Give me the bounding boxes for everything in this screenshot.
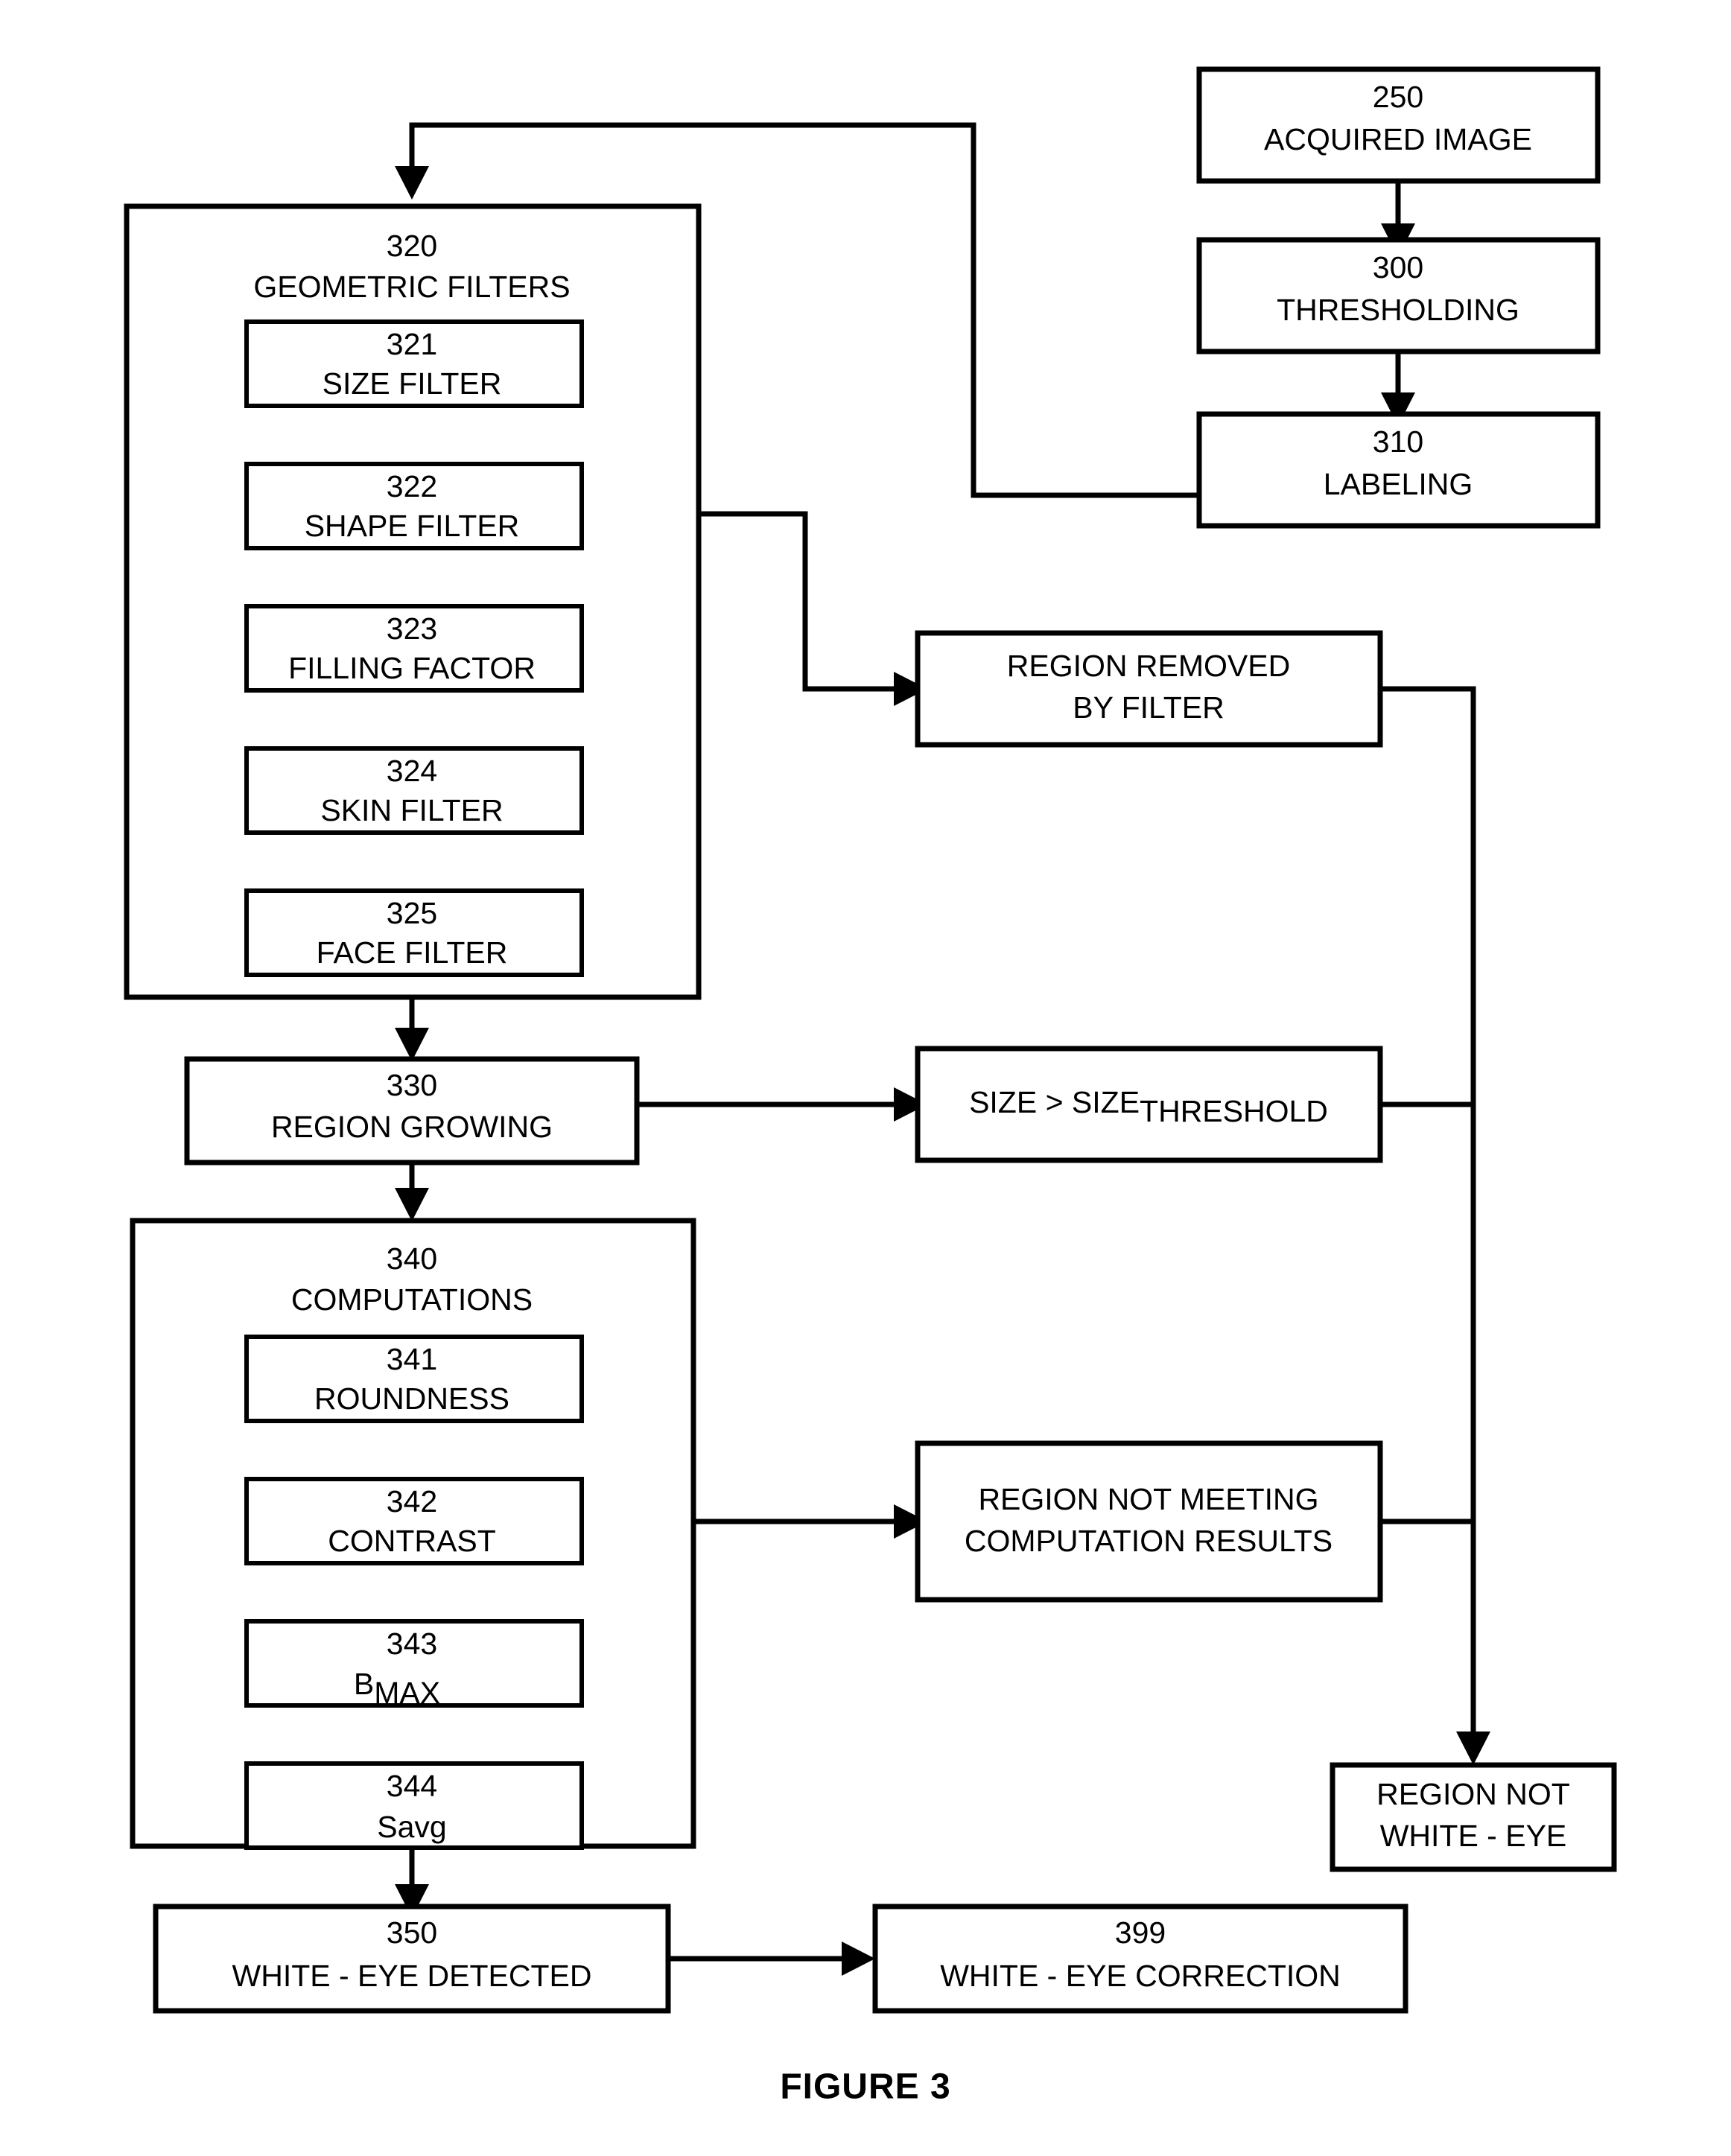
node-face-filter-number: 325	[387, 896, 437, 930]
node-white-eye-detected-label: WHITE - EYE DETECTED	[232, 1959, 592, 1993]
figure-3-flowchart: 250 ACQUIRED IMAGE 300 THRESHOLDING 310 …	[0, 0, 1731, 2156]
node-region-not-white-eye[interactable]: REGION NOT WHITE - EYE	[1330, 1762, 1617, 1872]
node-size-filter[interactable]: 321 SIZE FILTER	[244, 319, 584, 408]
node-geometric-filters-label: GEOMETRIC FILTERS	[253, 270, 570, 304]
node-region-growing[interactable]: 330 REGION GROWING	[184, 1056, 640, 1166]
node-white-eye-correction-label: WHITE - EYE CORRECTION	[940, 1959, 1341, 1993]
node-region-not-white-eye-line1: REGION NOT	[1376, 1777, 1570, 1811]
node-region-growing-label: REGION GROWING	[271, 1110, 553, 1144]
node-white-eye-detected-number: 350	[387, 1915, 437, 1950]
node-face-filter[interactable]: 325 FACE FILTER	[244, 888, 584, 977]
node-shape-filter-number: 322	[387, 469, 437, 503]
node-thresholding-label: THRESHOLDING	[1277, 293, 1519, 327]
node-savg-number: 344	[387, 1769, 437, 1803]
node-skin-filter-label: SKIN FILTER	[320, 793, 503, 827]
node-size-threshold[interactable]: SIZE > SIZETHRESHOLD	[915, 1046, 1383, 1163]
node-region-not-meeting[interactable]: REGION NOT MEETING COMPUTATION RESULTS	[915, 1440, 1383, 1603]
node-contrast-number: 342	[387, 1484, 437, 1519]
connector-collector-region-removed	[1380, 686, 1476, 1735]
figure-caption: FIGURE 3	[780, 2067, 950, 2107]
connector-white-eye-detected-to-correction	[668, 1942, 875, 1976]
node-savg-label: Savg	[377, 1810, 446, 1844]
node-acquired-image[interactable]: 250 ACQUIRED IMAGE	[1196, 66, 1601, 184]
node-size-filter-number: 321	[387, 327, 437, 361]
node-bmax[interactable]: 343 BMAX	[244, 1619, 584, 1710]
node-white-eye-correction-number: 399	[1115, 1915, 1166, 1950]
node-thresholding-number: 300	[1373, 250, 1423, 284]
node-region-growing-number: 330	[387, 1068, 437, 1102]
node-skin-filter[interactable]: 324 SKIN FILTER	[244, 746, 584, 835]
node-shape-filter-label: SHAPE FILTER	[305, 509, 520, 543]
node-region-not-white-eye-line2: WHITE - EYE	[1380, 1819, 1567, 1853]
node-filling-factor-label: FILLING FACTOR	[288, 651, 536, 685]
node-geometric-filters-number: 320	[387, 229, 437, 263]
node-size-filter-label: SIZE FILTER	[323, 366, 502, 401]
node-shape-filter[interactable]: 322 SHAPE FILTER	[244, 462, 584, 550]
node-skin-filter-number: 324	[387, 754, 437, 788]
node-savg[interactable]: 344 Savg	[244, 1761, 584, 1850]
node-labeling-number: 310	[1373, 424, 1423, 459]
node-labeling-label: LABELING	[1324, 467, 1473, 501]
connector-region-growing-to-computations	[395, 1163, 429, 1221]
connector-geometric-filters-to-region-removed	[699, 511, 927, 706]
node-region-removed-by-filter[interactable]: REGION REMOVED BY FILTER	[915, 630, 1383, 748]
node-roundness-label: ROUNDNESS	[314, 1381, 509, 1416]
node-filling-factor-number: 323	[387, 611, 437, 646]
node-computations-number: 340	[387, 1241, 437, 1276]
node-thresholding[interactable]: 300 THRESHOLDING	[1196, 237, 1601, 354]
node-roundness-number: 341	[387, 1342, 437, 1376]
node-roundness[interactable]: 341 ROUNDNESS	[244, 1335, 584, 1423]
flowchart-canvas: 250 ACQUIRED IMAGE 300 THRESHOLDING 310 …	[124, 66, 1617, 2107]
connector-region-growing-to-size-threshold	[637, 1087, 927, 1122]
node-contrast[interactable]: 342 CONTRAST	[244, 1477, 584, 1565]
node-face-filter-label: FACE FILTER	[317, 935, 508, 970]
node-region-removed-line1: REGION REMOVED	[1007, 649, 1290, 683]
node-filling-factor[interactable]: 323 FILLING FACTOR	[244, 604, 584, 693]
node-contrast-label: CONTRAST	[328, 1524, 496, 1558]
node-region-not-meeting-line1: REGION NOT MEETING	[978, 1482, 1318, 1516]
connector-computations-to-region-not-meeting	[693, 1504, 927, 1539]
node-labeling[interactable]: 310 LABELING	[1196, 411, 1601, 529]
node-computations-label: COMPUTATIONS	[291, 1282, 533, 1317]
node-region-not-meeting-line2: COMPUTATION RESULTS	[965, 1524, 1333, 1558]
node-bmax-number: 343	[387, 1626, 437, 1661]
node-region-removed-line2: BY FILTER	[1073, 690, 1225, 725]
connector-collector-to-region-not-white-eye	[1456, 1732, 1490, 1765]
node-acquired-image-number: 250	[1373, 80, 1423, 114]
node-acquired-image-label: ACQUIRED IMAGE	[1264, 122, 1532, 156]
node-white-eye-detected[interactable]: 350 WHITE - EYE DETECTED	[153, 1904, 671, 2014]
node-white-eye-correction[interactable]: 399 WHITE - EYE CORRECTION	[872, 1904, 1408, 2014]
